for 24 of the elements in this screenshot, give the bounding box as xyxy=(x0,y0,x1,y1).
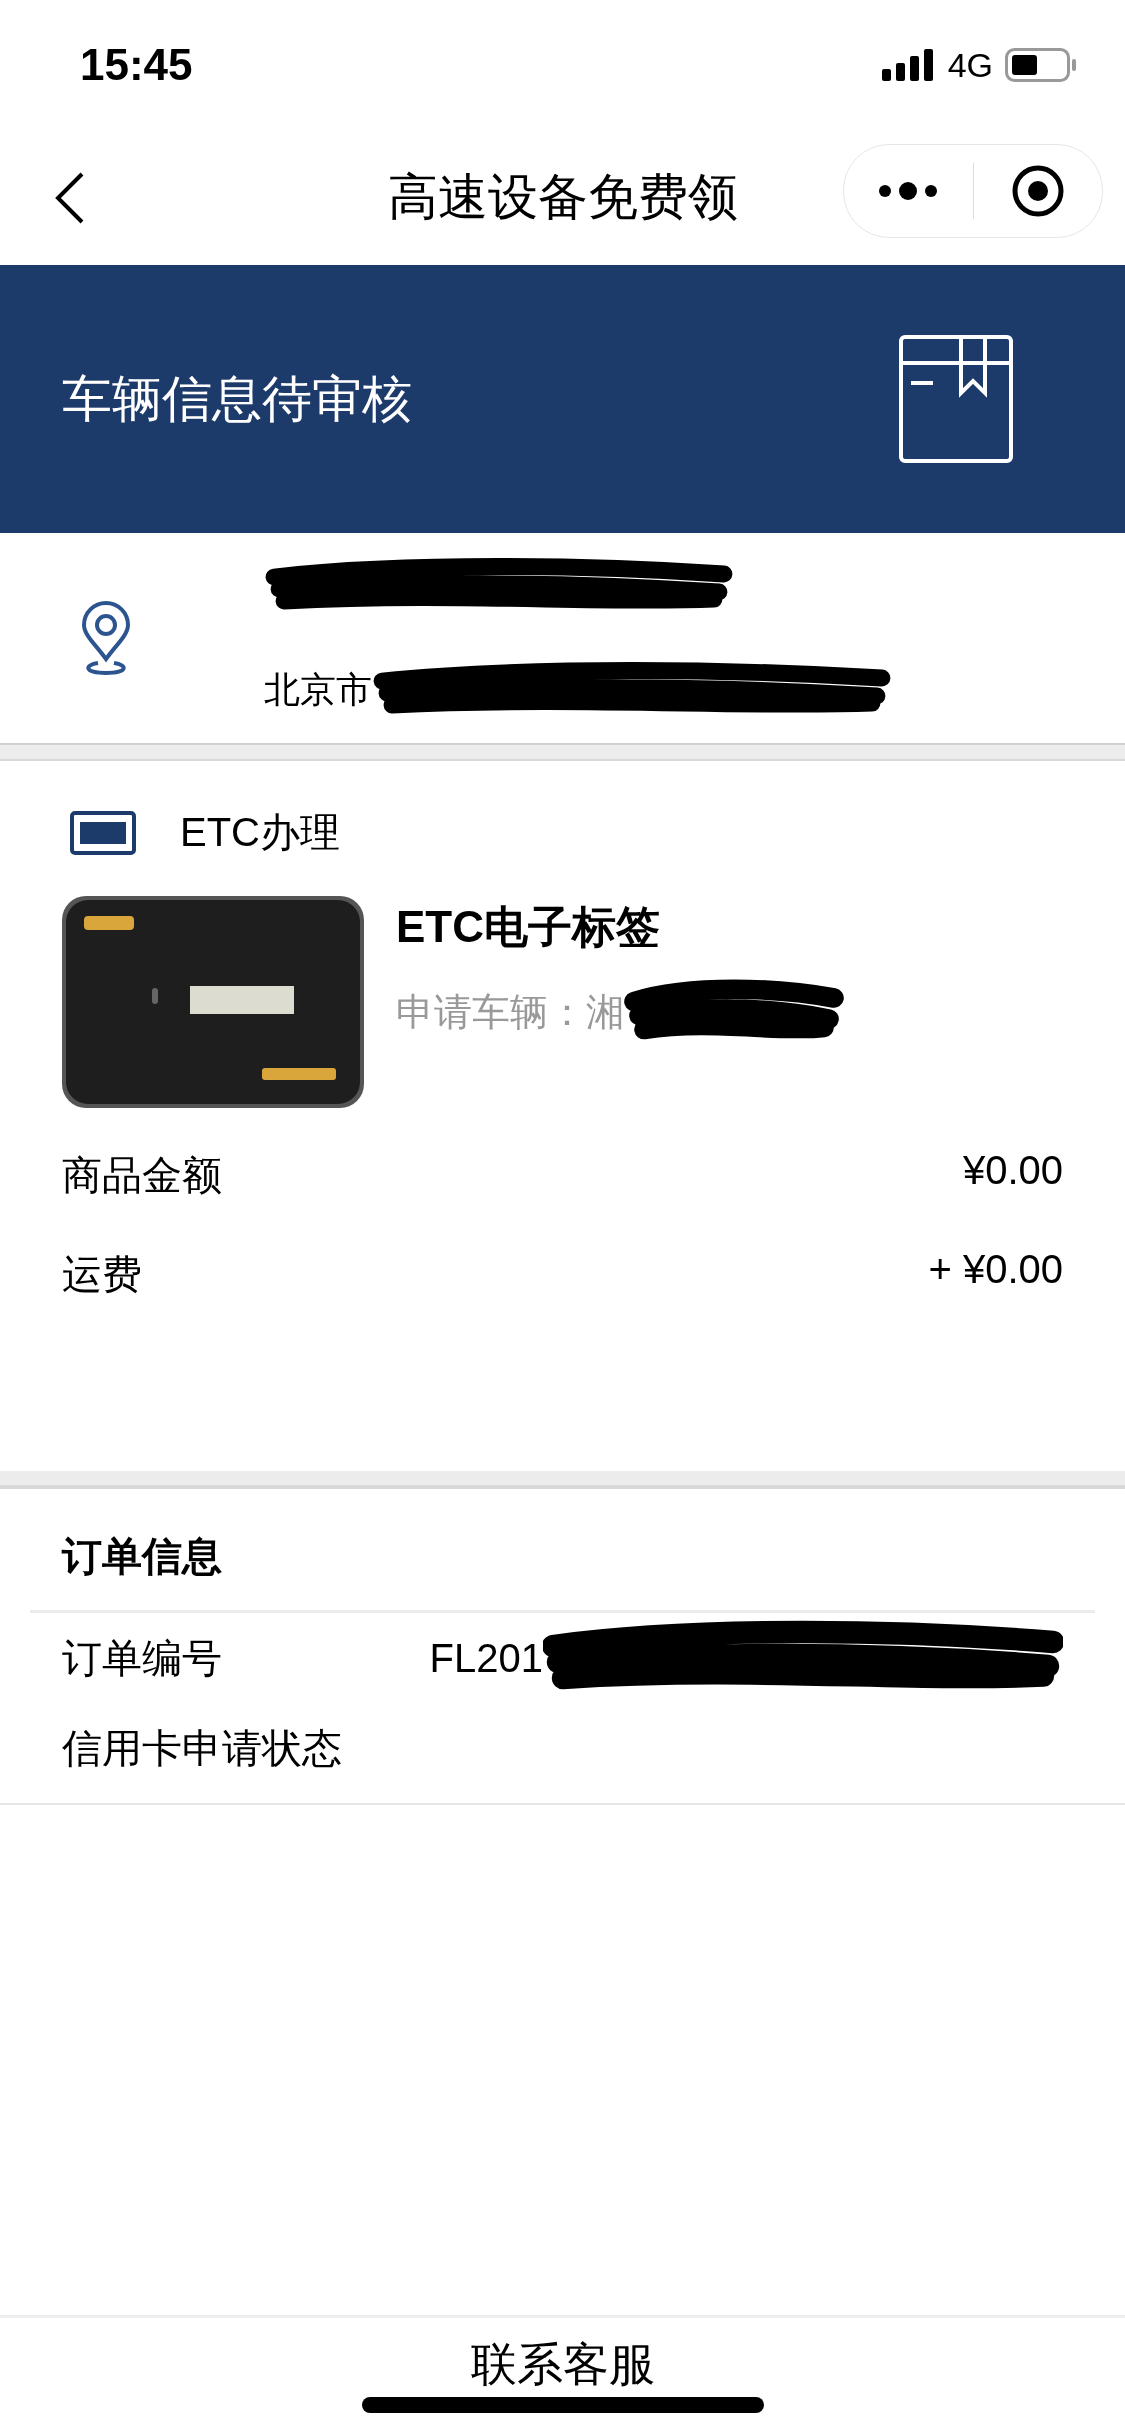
address-text: 北京市 xyxy=(264,667,372,712)
order-field-value: FL201 xyxy=(429,1635,543,1681)
product-name: ETC电子标签 xyxy=(396,901,661,953)
section-heading: 订单信息 xyxy=(30,1489,1095,1613)
battery-icon xyxy=(1005,48,1077,82)
cost-label: 商品金额 xyxy=(62,1152,222,1199)
status-title: 车辆信息待审核 xyxy=(62,369,412,429)
cost-label: 运费 xyxy=(62,1251,142,1298)
order-field-label: 订单编号 xyxy=(62,1634,223,1682)
cost-value: ¥0.00 xyxy=(962,1148,1063,1194)
close-target-icon[interactable] xyxy=(1010,164,1065,218)
page-title: 高速设备免费领 xyxy=(387,169,738,225)
network-label: 4G xyxy=(947,45,993,85)
vehicle-label: 申请车辆： xyxy=(396,989,586,1035)
package-icon xyxy=(899,335,1013,463)
vehicle-plate: 湘 xyxy=(586,989,624,1035)
cost-value: + ¥0.00 xyxy=(928,1247,1063,1293)
contact-service-button[interactable]: 联系客服 xyxy=(450,2318,675,2398)
more-icon[interactable] xyxy=(878,181,939,201)
order-field-label: 信用卡申请状态 xyxy=(62,1724,343,1772)
etc-logo-icon xyxy=(70,810,136,855)
signal-icon xyxy=(881,49,936,81)
clock-time: 15:45 xyxy=(80,40,193,90)
section-heading: ETC办理 xyxy=(180,809,340,856)
